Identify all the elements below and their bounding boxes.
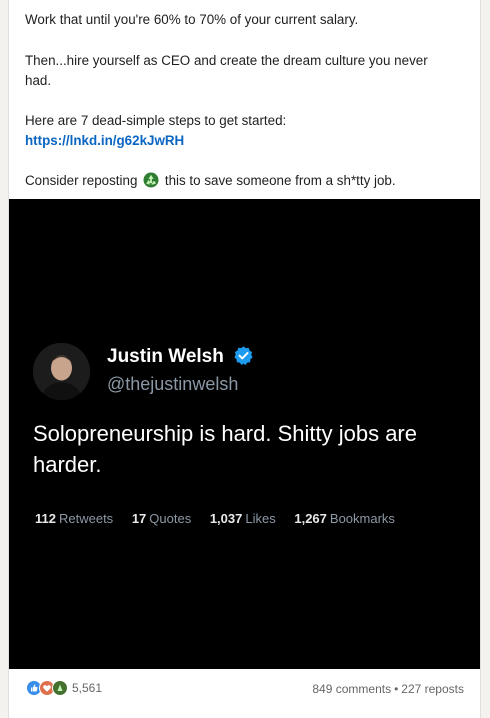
post-line: Then...hire yourself as CEO and create t… [25,53,428,88]
stat-label: Bookmarks [329,511,395,526]
separator-dot: • [394,682,399,696]
tweet-stats: 112 Retweets 17 Quotes 1,037 Likes 1,267 Boo… [35,511,410,526]
post-line: Work that until you're 60% to 70% of you… [25,12,359,27]
stat-value: 17 [131,511,147,526]
post-line-part: this to save someone from a sh*tty job. [164,173,396,188]
tweet-author-name-text: Justin Welsh [107,346,224,367]
post-line-part: Consider reposting [25,173,138,188]
avatar [33,343,90,400]
verified-icon [234,346,253,365]
tweet-author-handle: @thejustinwelsh [107,374,239,394]
post-link[interactable]: https://lnkd.in/g62kJwRH [25,131,184,151]
stat-label: Retweets [58,511,114,526]
stat-value: 112 [35,511,56,526]
reactions-summary[interactable]: 5,561 [26,680,102,696]
stat-bookmarks: 1,267 Bookmarks [294,511,395,526]
tweet-image[interactable]: Justin Welsh @thejustinwelsh Solopreneur… [9,199,480,669]
stat-label: Likes [245,511,276,526]
stat-value: 1,267 [294,511,327,526]
recycle-icon [143,172,159,188]
post-card: Work that until you're 60% to 70% of you… [8,0,481,718]
tweet-author-name: Justin Welsh [107,345,254,368]
support-icon [52,680,68,696]
post-line: Here are 7 dead-simple steps to get star… [25,113,287,128]
stat-retweets: 112 Retweets [35,511,113,526]
tweet-text: Solopreneurship is hard. Shitty jobs are… [33,421,417,477]
stat-value: 1,037 [209,511,243,526]
comments-count-link[interactable]: 849 comments [312,682,391,696]
social-counts-bar: 5,561 849 comments • 227 reposts [9,669,480,709]
reposts-count-link[interactable]: 227 reposts [401,682,464,696]
stat-quotes: 17 Quotes [132,511,191,526]
stat-label: Quotes [149,511,192,526]
stat-likes: 1,037 Likes [210,511,276,526]
avatar-image [33,343,90,400]
post-line: Consider reposting this to save someone … [25,171,396,191]
engagement-counts: 849 comments • 227 reposts [312,682,464,696]
reaction-count: 5,561 [72,681,103,695]
